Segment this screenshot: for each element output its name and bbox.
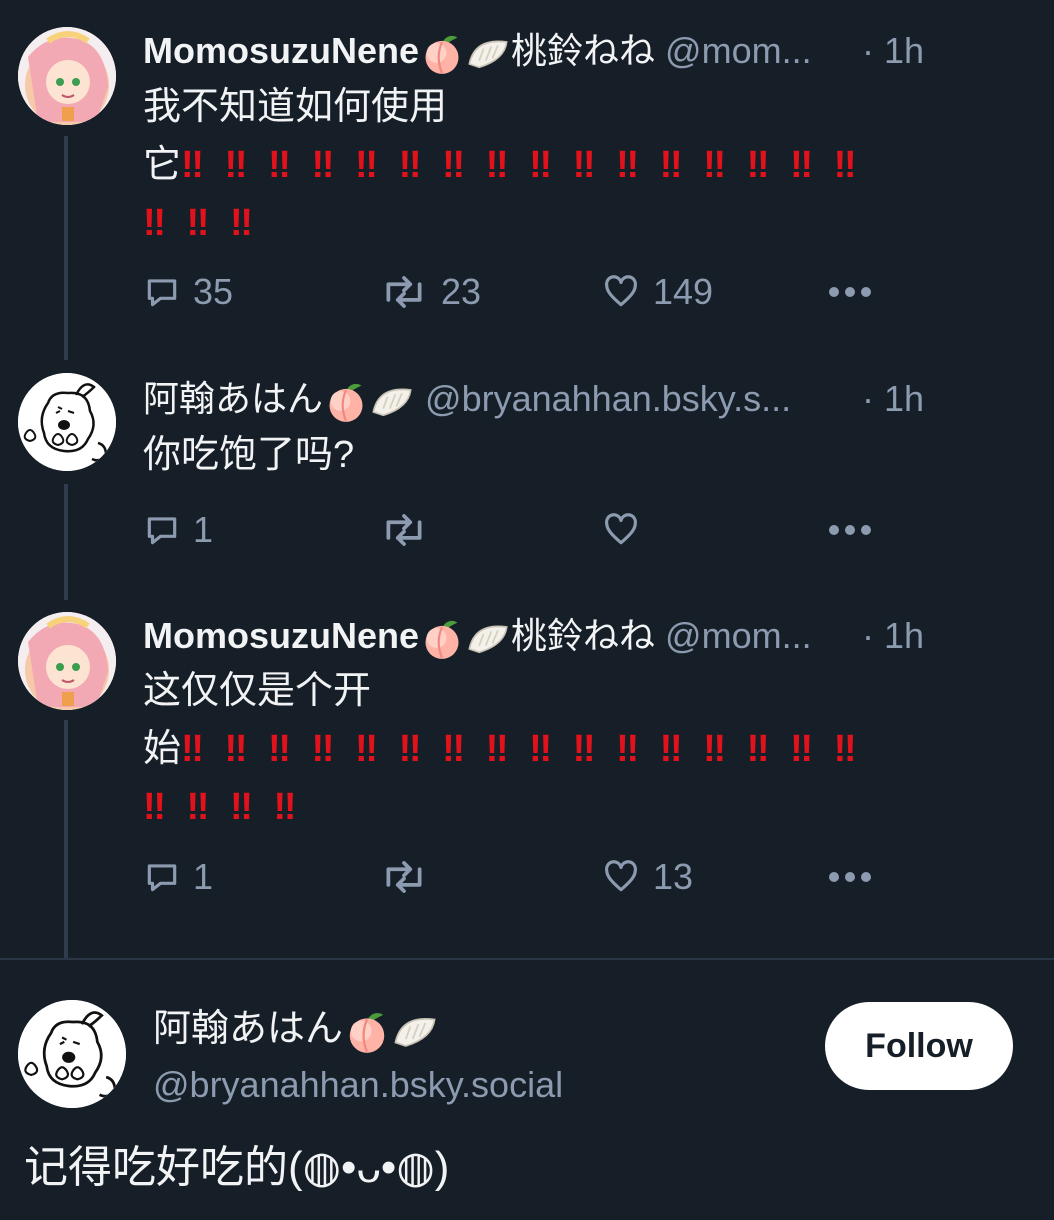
follow-button[interactable]: Follow <box>825 1002 1013 1090</box>
heart-icon <box>605 860 637 892</box>
repost-icon <box>386 514 422 546</box>
avatar-bryan[interactable] <box>18 373 116 471</box>
author-display-jp: 桃鈴ねね <box>511 30 656 71</box>
main-author-name[interactable]: 阿翰あはん <box>153 1008 343 1050</box>
post-header: MomosuzuNene 桃鈴ねね @mom... <box>143 26 963 76</box>
reply-count: 35 <box>193 271 234 312</box>
divider <box>0 958 1054 960</box>
reply-icon <box>147 517 177 545</box>
post-text: 我不知道如何使用 它‼ ‼ ‼ ‼ ‼ ‼ ‼ ‼ ‼ ‼ ‼ ‼ ‼ ‼ ‼ … <box>143 78 983 252</box>
like-button[interactable]: 149 <box>601 270 713 314</box>
post-time[interactable]: · 1h <box>862 374 924 424</box>
double-exclamation-marks: ‼ ‼ ‼ ‼ ‼ ‼ ‼ ‼ ‼ ‼ ‼ ‼ ‼ ‼ ‼ ‼ <box>181 144 859 186</box>
post-text: 这仅仅是个开 始 ‼ ‼ ‼ ‼ ‼ ‼ ‼ ‼ ‼ ‼ ‼ ‼ ‼ ‼ ‼ ‼ … <box>143 662 983 836</box>
post-actions: 1 <box>143 508 883 552</box>
dumpling-emoji-icon <box>370 379 414 423</box>
author-name[interactable]: 阿翰あはん <box>143 378 323 419</box>
repost-count: 23 <box>441 271 482 312</box>
post-actions: 35 23 149 <box>143 270 883 314</box>
post-actions: 1 13 <box>143 855 883 899</box>
peach-emoji-icon <box>344 1008 390 1054</box>
post-time[interactable]: · 1h <box>862 26 924 76</box>
avatar-image <box>18 373 116 471</box>
more-options-button[interactable] <box>827 508 873 552</box>
like-button[interactable] <box>601 508 641 552</box>
avatar-image <box>18 27 116 125</box>
heart-icon <box>605 513 637 545</box>
dumpling-emoji-icon <box>392 1008 438 1054</box>
avatar-bryan[interactable] <box>18 1000 126 1108</box>
dumpling-emoji-icon <box>466 616 510 660</box>
post-text-line: 始 <box>143 728 182 770</box>
double-exclamation-marks: ‼ ‼ ‼ <box>143 202 255 244</box>
main-post-text: 记得吃好吃的(◍•ᴗ•◍) <box>24 1143 450 1192</box>
more-icon <box>829 287 871 297</box>
double-exclamation-marks: ‼ ‼ ‼ ‼ ‼ ‼ ‼ ‼ ‼ ‼ ‼ ‼ ‼ ‼ ‼ ‼ <box>181 728 859 770</box>
post-text-line: 你吃饱了吗? <box>143 434 355 476</box>
heart-icon <box>605 275 637 307</box>
like-count: 13 <box>653 856 694 897</box>
post-text-line: 我不知道如何使用 <box>143 86 448 128</box>
author-name[interactable]: MomosuzuNene <box>143 615 419 656</box>
avatar-image <box>18 1000 126 1108</box>
author-handle[interactable]: @mom... <box>665 30 812 71</box>
thread-line <box>64 720 68 958</box>
like-button[interactable]: 13 <box>601 855 693 899</box>
like-count: 149 <box>653 271 714 312</box>
reply-button[interactable]: 35 <box>143 270 233 314</box>
repost-button[interactable]: 23 <box>379 270 481 314</box>
more-options-button[interactable] <box>827 270 873 314</box>
avatar-nene[interactable] <box>18 27 116 125</box>
repost-button[interactable] <box>379 855 429 899</box>
author-display-jp: 桃鈴ねね <box>511 615 656 656</box>
reply-icon <box>147 864 177 892</box>
reply-button[interactable]: 1 <box>143 508 213 552</box>
thread-line <box>64 136 68 360</box>
main-author-handle[interactable]: @bryanahhan.bsky.social <box>153 1060 563 1110</box>
more-icon <box>829 525 871 535</box>
author-name[interactable]: MomosuzuNene <box>143 30 419 71</box>
post-header: MomosuzuNene 桃鈴ねね @mom... <box>143 611 963 661</box>
thread-line <box>64 484 68 600</box>
avatar-image <box>18 612 116 710</box>
author-handle[interactable]: @mom... <box>665 615 812 656</box>
reply-icon <box>147 279 177 307</box>
main-author-row: 阿翰あはん <box>153 1004 439 1054</box>
post-text-line: 它 <box>143 144 182 186</box>
avatar-nene[interactable] <box>18 612 116 710</box>
more-icon <box>829 872 871 882</box>
reply-count: 1 <box>193 509 214 550</box>
reply-button[interactable]: 1 <box>143 855 213 899</box>
post-time[interactable]: · 1h <box>862 611 924 661</box>
peach-emoji-icon <box>420 616 464 660</box>
reply-count: 1 <box>193 856 214 897</box>
repost-icon <box>386 861 422 893</box>
post-header: 阿翰あはん @bryanahhan.bsky.s... <box>143 374 963 424</box>
author-handle[interactable]: @bryanahhan.bsky.s... <box>425 378 791 419</box>
repost-button[interactable] <box>379 508 429 552</box>
dumpling-emoji-icon <box>466 31 510 75</box>
post-text-line: 这仅仅是个开 <box>143 670 372 712</box>
post-text: 你吃饱了吗? <box>143 426 983 484</box>
more-options-button[interactable] <box>827 855 873 899</box>
peach-emoji-icon <box>420 31 464 75</box>
peach-emoji-icon <box>324 379 368 423</box>
repost-icon <box>386 276 422 308</box>
double-exclamation-marks: ‼ ‼ ‼ ‼ <box>143 786 299 828</box>
